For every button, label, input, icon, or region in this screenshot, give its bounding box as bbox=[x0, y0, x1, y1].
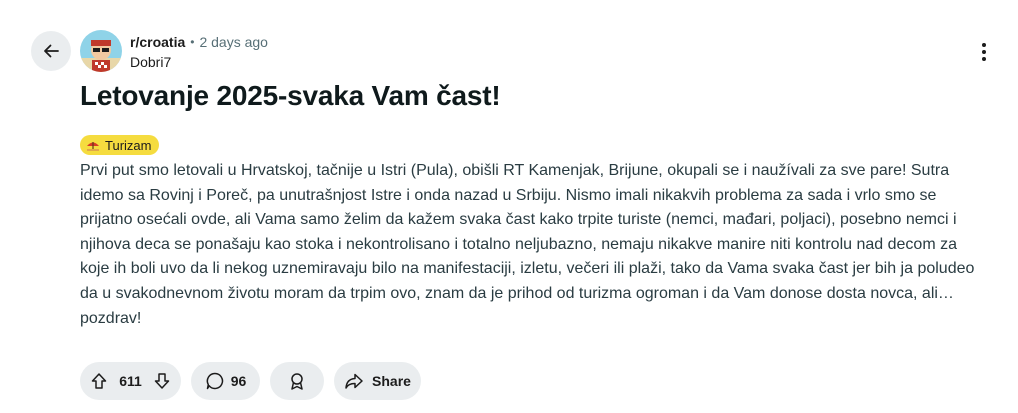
speech-bubble-icon bbox=[206, 372, 223, 390]
author-link[interactable]: Dobri7 bbox=[130, 53, 268, 71]
arrow-left-icon bbox=[44, 44, 59, 58]
comments-button[interactable]: 96 bbox=[191, 362, 260, 400]
flair-label: Turizam bbox=[105, 137, 152, 153]
subreddit-link[interactable]: r/croatia bbox=[130, 33, 185, 51]
post-title: Letovanje 2025-svaka Vam čast! bbox=[80, 80, 501, 111]
arrow-up-icon bbox=[91, 373, 107, 389]
downvote-button[interactable] bbox=[147, 366, 177, 396]
post-timestamp: 2 days ago bbox=[199, 34, 268, 50]
comment-count: 96 bbox=[230, 373, 247, 389]
award-icon bbox=[291, 373, 303, 390]
vote-control: 611 bbox=[80, 362, 181, 400]
upvote-button[interactable] bbox=[84, 366, 114, 396]
arrow-down-icon bbox=[154, 373, 170, 389]
meta-separator: • bbox=[190, 35, 195, 49]
share-button[interactable]: Share bbox=[334, 362, 421, 400]
palm-umbrella-icon bbox=[87, 142, 99, 151]
back-button[interactable] bbox=[31, 31, 71, 71]
vote-count: 611 bbox=[119, 373, 142, 389]
post-body: Prvi put smo letovali u Hrvatskoj, tačni… bbox=[80, 162, 975, 327]
post-meta: r/croatia • 2 days ago Dobri7 bbox=[130, 33, 268, 71]
share-label: Share bbox=[372, 373, 411, 389]
share-arrow-icon bbox=[345, 373, 363, 389]
more-options-button[interactable] bbox=[970, 38, 998, 66]
post-flair[interactable]: Turizam bbox=[80, 135, 160, 155]
post-actions: 611 96 Share bbox=[80, 362, 421, 400]
subreddit-avatar[interactable] bbox=[80, 30, 122, 72]
award-button[interactable] bbox=[270, 362, 324, 400]
ellipsis-vertical-icon bbox=[982, 43, 986, 61]
